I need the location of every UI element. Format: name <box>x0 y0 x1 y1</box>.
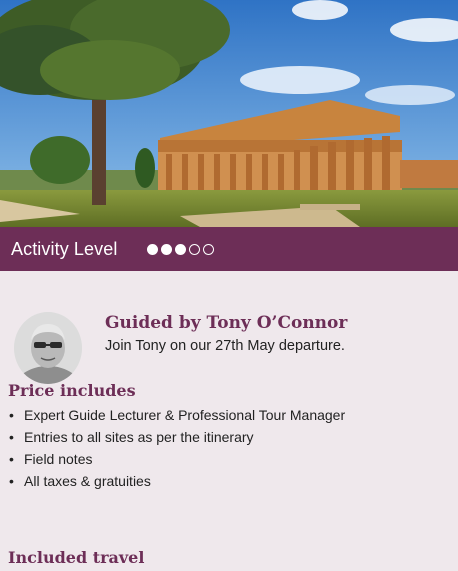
bullet-icon: • <box>9 473 14 489</box>
avatar <box>14 312 82 384</box>
rating-dot-filled-icon <box>175 243 187 255</box>
activity-level-rating <box>147 243 215 255</box>
rating-dot-filled-icon <box>161 243 173 255</box>
guide-card <box>14 312 82 384</box>
activity-level-label: Activity Level <box>11 238 118 259</box>
price-includes-heading: Price includes <box>8 381 136 400</box>
list-item: • Expert Guide Lecturer & Professional To… <box>8 404 345 426</box>
guide-title: Guided by Tony O’Connor <box>105 313 348 333</box>
price-includes-list: • Expert Guide Lecturer & Professional To… <box>8 404 345 492</box>
rating-dot-empty-icon <box>189 243 201 255</box>
list-item: • Field notes <box>8 448 345 470</box>
rating-dot-empty-icon <box>203 243 215 255</box>
rating-dot-filled-icon <box>147 243 159 255</box>
included-travel-heading: Included travel <box>8 548 145 567</box>
guide-subtitle: Join Tony on our 27th May departure. <box>105 338 345 354</box>
list-item: • All taxes & gratuities <box>8 470 345 492</box>
bullet-icon: • <box>9 451 14 467</box>
bullet-icon: • <box>9 429 14 445</box>
activity-level-bar: Activity Level <box>0 227 458 271</box>
bullet-icon: • <box>9 407 14 423</box>
hero-image <box>0 0 458 227</box>
list-item: • Entries to all sites as per the itinera… <box>8 426 345 448</box>
tour-details-panel: Guided by Tony O’Connor Join Tony on our… <box>0 271 458 571</box>
